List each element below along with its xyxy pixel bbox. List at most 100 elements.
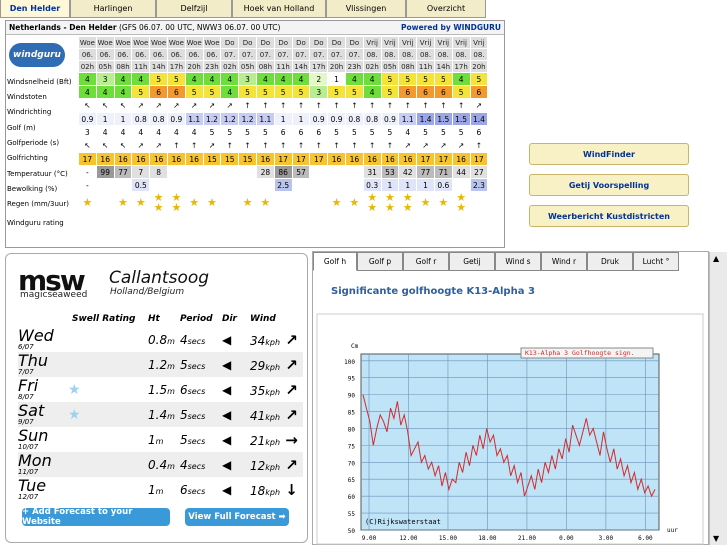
rating-cell [469, 191, 489, 214]
period-cell: 4secs [180, 452, 222, 477]
wind-cell: 21kph → [250, 427, 303, 452]
wind-direction-icon: ↓ [280, 480, 298, 499]
rating-cell: ★ [78, 191, 97, 214]
tab-0[interactable]: Den Helder [0, 0, 70, 18]
temp-row-cell: 16 [113, 152, 133, 166]
wind-unit: kph [265, 412, 281, 422]
add-forecast-button[interactable]: + Add Forecast to your Website [22, 507, 170, 527]
period-cell: 4secs [180, 327, 222, 352]
wind-dir-row-cell: ↑ [327, 98, 346, 113]
msw-header: Swell Rating [72, 313, 136, 324]
wind-speed-row-cell: 4 [344, 72, 364, 86]
star-icon: ★ [82, 195, 93, 209]
scrollbar[interactable]: ▲ ▼ [709, 252, 727, 545]
y-tick-label: 60 [348, 494, 356, 501]
day-cell: Sun 10/07 [18, 427, 64, 452]
x-tick-label: 15.00 [439, 535, 457, 542]
tide-forecast-button[interactable]: Getij Voorspelling [529, 174, 689, 196]
swell-star-icon [64, 357, 68, 373]
star-icon: ★ [420, 195, 431, 209]
day-row-cell: Woe [149, 36, 168, 49]
msw-header: Dir [222, 313, 237, 324]
swell-dir-cell: ◀ [222, 327, 250, 352]
hour-row-cell: 02h [78, 60, 97, 73]
period-value: 5 [180, 432, 188, 447]
wind-speed-row-cell: 3 [238, 72, 257, 86]
date-row-cell: 07. [309, 48, 329, 61]
day-name: Sat [18, 401, 45, 420]
height-unit: m [167, 461, 175, 471]
view-full-forecast-button[interactable]: View Full Forecast ➡ [185, 508, 289, 526]
day-cell: Fri 8/07 [18, 377, 64, 402]
height-cell: 1m [148, 477, 180, 502]
tab-3[interactable]: Hoek van Holland [232, 0, 326, 18]
tab-5[interactable]: Overzicht [406, 0, 486, 18]
tab-2[interactable]: Delfzijl [156, 0, 232, 18]
gusts-row-cell: 6 [416, 85, 435, 99]
cloud-row-cell: 31 [362, 165, 382, 179]
wind-dir-row-cell: ↑ [273, 98, 293, 113]
day-cell: Thu 7/07 [18, 352, 64, 377]
tab-1[interactable]: Harlingen [70, 0, 156, 18]
period-row-cell: 5 [451, 125, 471, 139]
gusts-row-cell: 5 [255, 85, 275, 99]
star-icon: ★ [189, 195, 200, 209]
wave-row: 0.9 1 1 0.8 0.8 0.9 1.1 1.2 1.2 1.2 1.1 1 1 0.9 0.9 0.8… [78, 112, 489, 126]
period-row-cell: 5 [255, 125, 275, 139]
scroll-down-icon[interactable]: ▼ [713, 534, 719, 543]
height-unit: m [167, 386, 175, 396]
star-icon: ★ [135, 195, 146, 209]
day-row-cell: Do [344, 36, 364, 49]
swell-direction-icon: ◀ [222, 432, 232, 447]
wind-dir-row-cell: ↗ [131, 98, 151, 113]
wind-dir-row-cell: ↑ [238, 98, 257, 113]
temp-row-cell: 17 [469, 152, 489, 166]
coastal-weather-button[interactable]: Weerbericht Kustdistricten [529, 205, 689, 227]
windfinder-button[interactable]: WindFinder [529, 143, 689, 165]
rating-cell [64, 352, 148, 377]
cloud-row-cell: 27 [469, 165, 489, 179]
swell-direction-icon: ◀ [222, 382, 232, 397]
gusts-row-cell: 3 [309, 85, 329, 99]
wind-speed-row-cell: 4 [184, 72, 204, 86]
wave-chart-panel: Golf h Golf p Golf r Getij Wind s Wind r Druk L… [312, 251, 709, 545]
rain-row-cell [255, 178, 275, 192]
swell-direction-icon: ◀ [222, 332, 232, 347]
scroll-up-icon[interactable]: ▲ [713, 254, 719, 263]
wave-dir-row-cell: ↑ [291, 138, 311, 153]
day-row-cell: Do [273, 36, 293, 49]
gusts-row-cell: 6 [398, 85, 418, 99]
surf-forecast-table: Swell Rating Ht Period Dir Wind Wed 6/07 0.8m 4s… [18, 310, 303, 502]
msw-row: Fri 8/07 ★ 1.5m 6secs ◀ 35kph ↗ [18, 377, 303, 402]
swell-direction-icon: ◀ [222, 457, 232, 472]
swell-dir-cell: ◀ [222, 377, 250, 402]
wind-value: 35 [250, 383, 266, 398]
gusts-row-cell: 4 [362, 85, 382, 99]
rating-cell: ★ ★ [451, 191, 471, 214]
powered-by-link[interactable]: Powered by WINDGURU [401, 23, 501, 32]
gusts-row-cell: 5 [184, 85, 204, 99]
wind-unit: kph [265, 387, 281, 397]
wind-value: 29 [250, 358, 266, 373]
wind-dir-row-cell: ↑ [255, 98, 275, 113]
day-name: Tue [18, 476, 47, 495]
period-row-cell: 5 [327, 125, 346, 139]
date-row-cell: 07. [327, 48, 346, 61]
wave-dir-row-cell: ↗ [433, 138, 453, 153]
wind-speed-row-cell: 5 [433, 72, 453, 86]
day-row-cell: Do [291, 36, 311, 49]
day-row-cell: Woe [166, 36, 186, 49]
star-icon: ★ [242, 195, 253, 209]
day-row-cell: Vrij [451, 36, 471, 49]
wind-cell: 29kph ↗ [250, 352, 303, 377]
wind-speed-row-cell: 4 [220, 72, 240, 86]
wind-speed-row-cell: 3 [95, 72, 115, 86]
gusts-row-cell: 6 [469, 85, 489, 99]
tab-4[interactable]: Vlissingen [326, 0, 406, 18]
y-tick-label: 100 [344, 359, 355, 366]
msw-row: Sun 10/07 1m 5secs ◀ 21kph → [18, 427, 303, 452]
rating-cell [64, 327, 148, 352]
wave-dir-row-cell: ↑ [327, 138, 346, 153]
star-icon: ★ [402, 200, 413, 214]
wave-dir-row-cell: ↗ [131, 138, 151, 153]
